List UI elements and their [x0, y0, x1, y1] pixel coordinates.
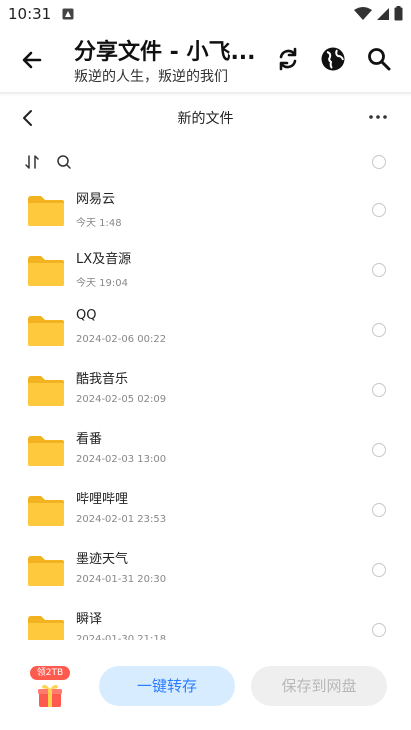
file-name: 哔哩哔哩: [76, 492, 129, 507]
folder-icon: [28, 556, 64, 586]
status-time: 10:31: [8, 5, 52, 23]
page-title: 分享文件 - 小飞...: [74, 40, 256, 65]
file-name: 网易云: [76, 192, 116, 207]
file-date: 2024-02-05 02:09: [76, 394, 167, 405]
folder-icon: [28, 436, 64, 466]
file-name: 酷我音乐: [76, 372, 129, 387]
list-item[interactable]: 看番 2024-02-03 13:00: [0, 420, 411, 480]
back-arrow-icon[interactable]: [18, 46, 46, 74]
file-date: 2024-02-06 00:22: [76, 334, 167, 345]
folder-icon: [28, 616, 64, 640]
save-to-cloud-button[interactable]: 保存到网盘: [251, 666, 387, 706]
list-item[interactable]: 网易云今天 1:48: [0, 180, 411, 240]
app-notification-icon: [62, 8, 74, 20]
refresh-icon[interactable]: [273, 44, 303, 74]
list-item[interactable]: 墨迹天气 2024-01-31 20:30: [0, 540, 411, 600]
folder-icon: [28, 256, 64, 286]
globe-icon[interactable]: [318, 44, 348, 74]
select-all-radio[interactable]: [372, 155, 386, 169]
header-divider: [0, 92, 411, 96]
folder-icon: [28, 316, 64, 346]
file-name: 墨迹天气: [76, 552, 129, 567]
wifi-icon: [354, 6, 372, 20]
folder-icon: [28, 496, 64, 526]
list-item[interactable]: 哔哩哔哩 2024-02-01 23:53: [0, 480, 411, 540]
folder-icon: [28, 196, 64, 226]
file-date: 2024-02-01 23:53: [76, 514, 167, 525]
folder-icon: [28, 376, 64, 406]
status-icons: [354, 6, 403, 21]
gift-promo[interactable]: 领2TB: [30, 666, 70, 714]
select-radio[interactable]: [372, 503, 386, 517]
file-name: LX及音源: [76, 252, 132, 267]
select-radio[interactable]: [372, 443, 386, 457]
list-item[interactable]: 酷我音乐 2024-02-05 02:09: [0, 360, 411, 420]
select-radio[interactable]: [372, 203, 386, 217]
file-name: QQ: [76, 308, 97, 323]
search-icon[interactable]: [56, 154, 72, 170]
file-list: 网易云 今天 1:48 LX及音源 今天 19:04 QQ 2024-02-06 00:2…: [0, 180, 411, 640]
battery-icon: [394, 6, 403, 21]
signal-icon: [377, 7, 389, 20]
file-date: 2024-01-31 20:30: [76, 574, 167, 585]
select-radio[interactable]: [372, 383, 386, 397]
one-click-transfer-button[interactable]: 一键转存: [99, 666, 235, 706]
list-item[interactable]: QQ 2024-02-06 00:22: [0, 300, 411, 360]
gift-badge: 领2TB: [30, 666, 70, 680]
list-item[interactable]: LX及音源今天 19:04: [0, 240, 411, 300]
file-name: 看番: [76, 432, 103, 447]
page-subtitle: 叛逆的人生，叛逆的我们: [74, 69, 228, 85]
sort-icon[interactable]: [24, 154, 40, 170]
list-item[interactable]: 瞬译 2024-01-30 21:18: [0, 600, 411, 640]
gift-box-icon: [38, 684, 62, 707]
file-date: 2024-02-03 13:00: [76, 454, 167, 465]
select-radio[interactable]: [372, 563, 386, 577]
status-bar: 10:31: [0, 0, 411, 28]
tool-row: [0, 148, 411, 176]
file-date: 今天 19:04: [76, 278, 128, 289]
file-date: 今天 1:48: [76, 218, 122, 229]
folder-bar: 新的文件: [0, 100, 411, 134]
select-radio[interactable]: [372, 323, 386, 337]
search-icon[interactable]: [364, 44, 394, 74]
folder-title: 新的文件: [177, 111, 234, 127]
select-radio[interactable]: [372, 263, 386, 277]
more-icon[interactable]: [367, 110, 389, 124]
bottom-bar: 领2TB 一键转存 保存到网盘: [0, 652, 411, 730]
app-bar: 分享文件 - 小飞... 叛逆的人生，叛逆的我们: [0, 28, 411, 90]
select-radio[interactable]: [372, 623, 386, 637]
file-date: 2024-01-30 21:18: [76, 634, 167, 640]
file-name: 瞬译: [76, 612, 103, 627]
